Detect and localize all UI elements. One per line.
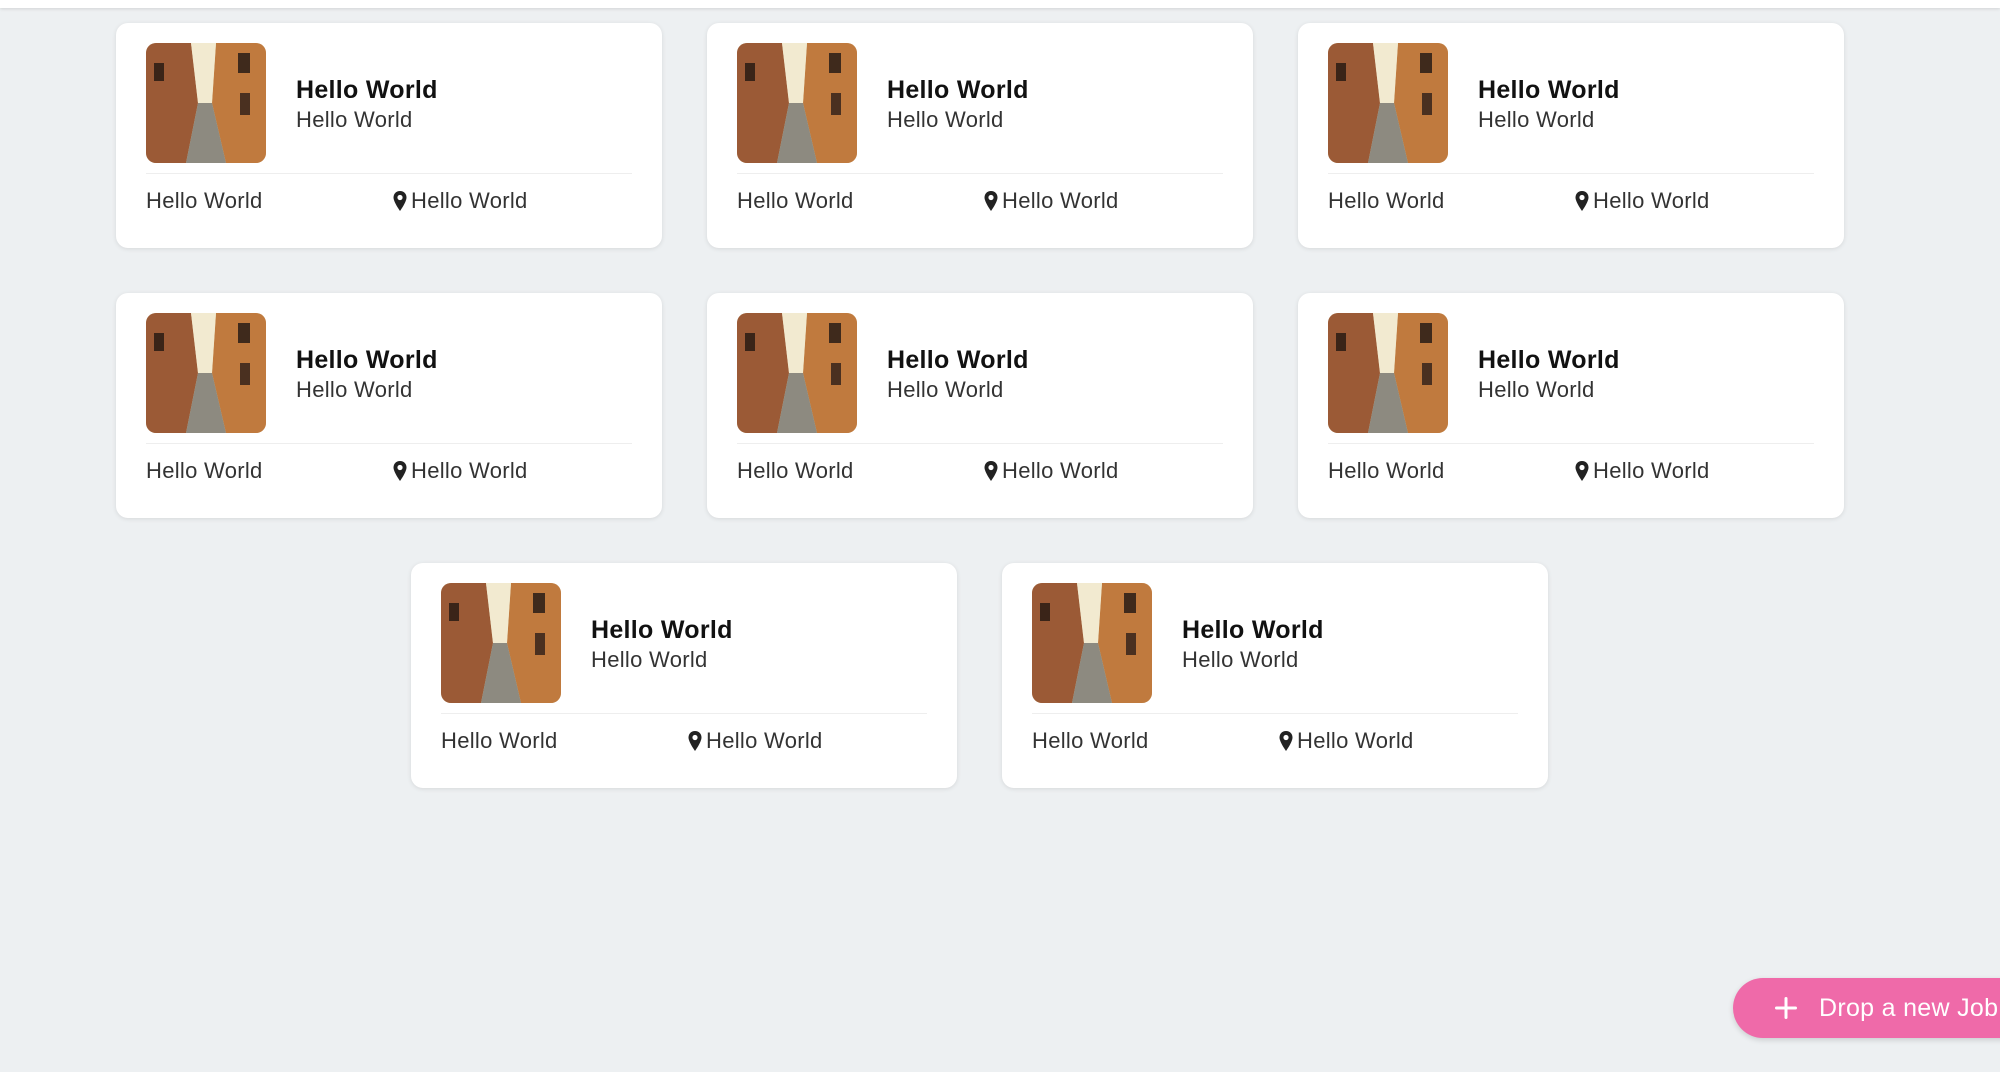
drop-new-job-button[interactable]: Drop a new Job bbox=[1733, 978, 2000, 1038]
job-title: Hello World bbox=[1182, 616, 1324, 644]
divider bbox=[1328, 443, 1814, 444]
divider bbox=[1032, 713, 1518, 714]
map-pin-icon bbox=[1279, 731, 1293, 751]
map-pin-icon bbox=[688, 731, 702, 751]
map-pin-icon bbox=[984, 461, 998, 481]
job-location-label: Hello World bbox=[1593, 188, 1710, 213]
job-meta: Hello World bbox=[441, 728, 558, 753]
job-location-label: Hello World bbox=[1002, 458, 1119, 483]
job-title: Hello World bbox=[1478, 346, 1620, 374]
map-pin-icon bbox=[1575, 191, 1589, 211]
job-location: Hello World bbox=[983, 188, 1119, 214]
job-title: Hello World bbox=[591, 616, 733, 644]
divider bbox=[737, 443, 1223, 444]
job-location: Hello World bbox=[1574, 188, 1710, 214]
job-subtitle: Hello World bbox=[1478, 107, 1595, 132]
job-subtitle: Hello World bbox=[1478, 377, 1595, 402]
job-meta: Hello World bbox=[146, 188, 263, 213]
job-thumbnail bbox=[441, 583, 561, 703]
job-thumbnail bbox=[1328, 313, 1448, 433]
job-location-label: Hello World bbox=[411, 188, 528, 213]
plus-icon bbox=[1775, 997, 1797, 1019]
map-pin-icon bbox=[393, 191, 407, 211]
job-location: Hello World bbox=[1574, 458, 1710, 484]
job-location: Hello World bbox=[392, 458, 528, 484]
map-pin-icon bbox=[1575, 461, 1589, 481]
job-card[interactable]: Hello World Hello World Hello World Hell… bbox=[707, 23, 1253, 248]
job-card[interactable]: Hello World Hello World Hello World Hell… bbox=[411, 563, 957, 788]
job-location: Hello World bbox=[983, 458, 1119, 484]
job-card[interactable]: Hello World Hello World Hello World Hell… bbox=[1298, 293, 1844, 518]
job-subtitle: Hello World bbox=[296, 377, 413, 402]
job-location: Hello World bbox=[687, 728, 823, 754]
map-pin-icon bbox=[393, 461, 407, 481]
job-thumbnail bbox=[737, 313, 857, 433]
job-meta: Hello World bbox=[1032, 728, 1149, 753]
job-location-label: Hello World bbox=[1297, 728, 1414, 753]
divider bbox=[146, 443, 632, 444]
job-title: Hello World bbox=[296, 346, 438, 374]
job-location: Hello World bbox=[392, 188, 528, 214]
divider bbox=[1328, 173, 1814, 174]
top-bar bbox=[0, 0, 2000, 8]
job-meta: Hello World bbox=[1328, 458, 1445, 483]
job-location: Hello World bbox=[1278, 728, 1414, 754]
map-pin-icon bbox=[984, 191, 998, 211]
job-title: Hello World bbox=[887, 76, 1029, 104]
divider bbox=[441, 713, 927, 714]
job-subtitle: Hello World bbox=[887, 377, 1004, 402]
job-location-label: Hello World bbox=[1593, 458, 1710, 483]
job-card[interactable]: Hello World Hello World Hello World Hell… bbox=[1298, 23, 1844, 248]
job-title: Hello World bbox=[887, 346, 1029, 374]
job-thumbnail bbox=[1032, 583, 1152, 703]
job-meta: Hello World bbox=[737, 458, 854, 483]
job-subtitle: Hello World bbox=[296, 107, 413, 132]
job-location-label: Hello World bbox=[706, 728, 823, 753]
job-card[interactable]: Hello World Hello World Hello World Hell… bbox=[1002, 563, 1548, 788]
job-subtitle: Hello World bbox=[591, 647, 708, 672]
job-thumbnail bbox=[737, 43, 857, 163]
job-title: Hello World bbox=[1478, 76, 1620, 104]
divider bbox=[146, 173, 632, 174]
job-card[interactable]: Hello World Hello World Hello World Hell… bbox=[116, 23, 662, 248]
job-thumbnail bbox=[146, 313, 266, 433]
job-thumbnail bbox=[146, 43, 266, 163]
job-card[interactable]: Hello World Hello World Hello World Hell… bbox=[707, 293, 1253, 518]
divider bbox=[737, 173, 1223, 174]
job-meta: Hello World bbox=[1328, 188, 1445, 213]
job-thumbnail bbox=[1328, 43, 1448, 163]
job-meta: Hello World bbox=[146, 458, 263, 483]
job-subtitle: Hello World bbox=[887, 107, 1004, 132]
job-subtitle: Hello World bbox=[1182, 647, 1299, 672]
job-title: Hello World bbox=[296, 76, 438, 104]
job-location-label: Hello World bbox=[411, 458, 528, 483]
job-card[interactable]: Hello World Hello World Hello World Hell… bbox=[116, 293, 662, 518]
drop-new-job-label: Drop a new Job bbox=[1819, 993, 1999, 1022]
job-meta: Hello World bbox=[737, 188, 854, 213]
job-location-label: Hello World bbox=[1002, 188, 1119, 213]
